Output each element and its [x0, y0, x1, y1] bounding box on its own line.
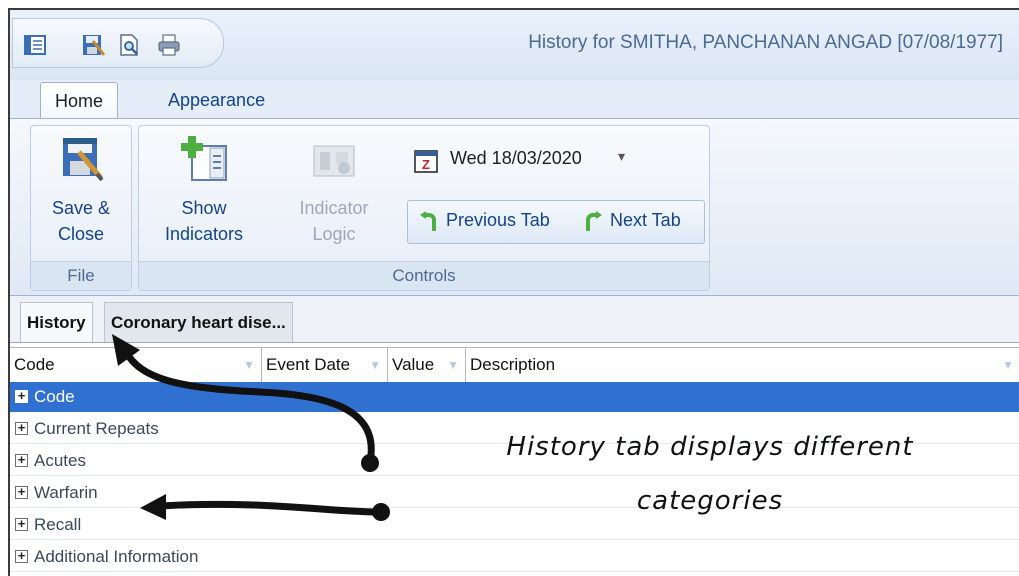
print-icon[interactable] — [157, 33, 181, 57]
row-label: Acutes — [34, 451, 86, 470]
column-header-description[interactable]: Description ▼ — [466, 348, 1019, 382]
window-title: History for SMITHA, PANCHANAN ANGAD [07/… — [528, 32, 1003, 53]
annotation-line-2: categories — [636, 486, 784, 516]
column-label: Description — [470, 355, 556, 374]
doc-tab-history[interactable]: History — [20, 302, 93, 342]
row-label: Additional Information — [34, 547, 199, 566]
expand-icon[interactable]: + — [15, 549, 28, 563]
group-row-additional-information[interactable]: + Additional Information — [10, 542, 1019, 572]
show-indicators-icon — [181, 136, 227, 181]
date-picker[interactable]: Z Wed 18/03/2020 ▾ — [405, 140, 641, 180]
filter-icon[interactable]: ▼ — [243, 348, 255, 382]
show-indicators-label: Show Indicators — [164, 198, 244, 244]
indicator-logic-label: Indicator Logic — [299, 198, 369, 244]
document-tabs: History Coronary heart dise... — [10, 296, 1019, 343]
column-label: Code — [14, 355, 55, 374]
annotation-line-1: History tab displays different — [506, 432, 914, 462]
expand-icon[interactable]: + — [15, 453, 28, 467]
previous-tab-button[interactable]: Previous Tab — [446, 210, 550, 231]
title-bar: History for SMITHA, PANCHANAN ANGAD [07/… — [10, 10, 1019, 80]
show-indicators-button[interactable]: Show Indicators — [149, 134, 259, 247]
indicator-logic-button[interactable]: Indicator Logic — [279, 134, 389, 247]
row-label: Code — [34, 387, 75, 406]
expand-icon[interactable]: + — [15, 389, 28, 403]
tab-appearance[interactable]: Appearance — [154, 82, 279, 118]
filter-icon[interactable]: ▼ — [1002, 348, 1014, 382]
save-close-label: Save & Close — [51, 198, 111, 244]
date-value: Wed 18/03/2020 — [450, 148, 582, 168]
tab-navigation: Previous Tab Next Tab — [407, 200, 705, 244]
row-label: Warfarin — [34, 483, 98, 502]
group-label-file: File — [31, 261, 131, 290]
row-label: Current Repeats — [34, 419, 159, 438]
column-header-event-date[interactable]: Event Date ▼ — [262, 348, 388, 382]
ribbon: Save & Close File Show Indicators Indica… — [10, 118, 1019, 296]
doc-tab-coronary[interactable]: Coronary heart dise... — [104, 302, 293, 342]
app-menu-icon[interactable] — [23, 33, 47, 57]
group-row-code[interactable]: + Code — [10, 382, 1019, 412]
filter-icon[interactable]: ▼ — [369, 348, 381, 382]
group-label-controls: Controls — [139, 261, 709, 290]
chevron-down-icon[interactable]: ▾ — [618, 149, 625, 165]
svg-text:Z: Z — [422, 157, 430, 172]
quick-access-toolbar — [12, 18, 224, 68]
previous-tab-icon — [420, 211, 436, 231]
tab-home[interactable]: Home — [40, 82, 119, 119]
next-tab-button[interactable]: Next Tab — [610, 210, 681, 231]
expand-icon[interactable]: + — [15, 517, 28, 531]
indicator-logic-icon — [313, 145, 355, 177]
save-icon[interactable] — [81, 33, 105, 57]
expand-icon[interactable]: + — [15, 485, 28, 499]
ribbon-group-controls: Show Indicators Indicator Logic Z Wed 18… — [138, 125, 710, 291]
column-header-value[interactable]: Value ▼ — [388, 348, 466, 382]
column-header-code[interactable]: Code ▼ — [10, 348, 262, 382]
column-label: Value — [392, 355, 435, 374]
calendar-icon: Z — [414, 150, 438, 173]
save-close-icon — [63, 138, 104, 182]
next-tab-icon — [586, 211, 602, 231]
print-preview-icon[interactable] — [117, 33, 141, 57]
expand-icon[interactable]: + — [15, 421, 28, 435]
filter-icon[interactable]: ▼ — [447, 348, 459, 382]
ribbon-group-file: Save & Close File — [30, 125, 132, 291]
save-close-button[interactable]: Save & Close — [39, 134, 123, 247]
column-label: Event Date — [266, 355, 351, 374]
grid-header: Code ▼ Event Date ▼ Value ▼ Description … — [10, 347, 1019, 383]
row-label: Recall — [34, 515, 82, 534]
